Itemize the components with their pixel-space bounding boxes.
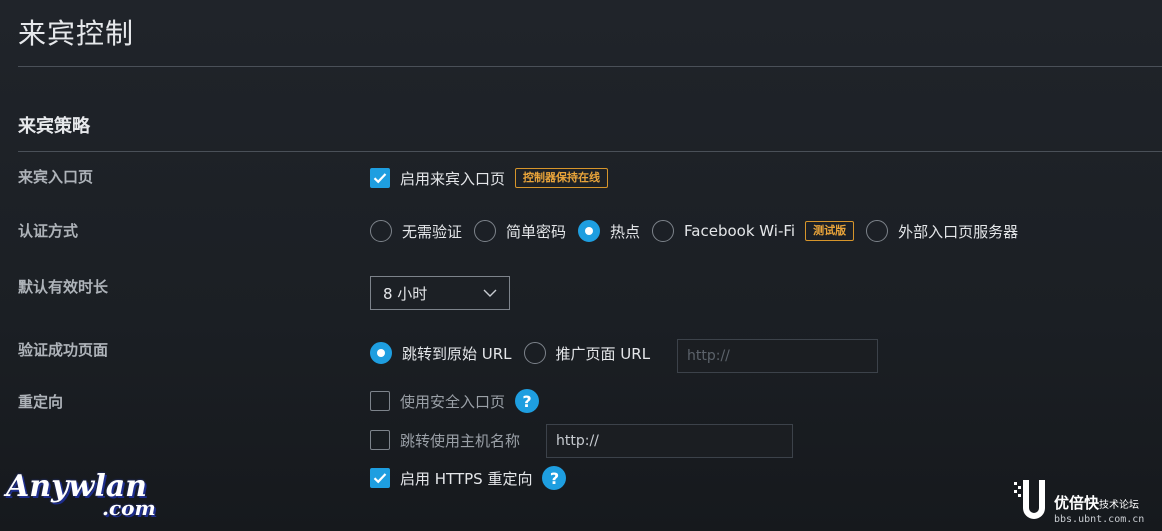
hostname-input[interactable]	[546, 424, 793, 458]
auth-none-radio[interactable]	[370, 220, 392, 242]
landing-label: 验证成功页面	[18, 341, 109, 359]
auth-options: 无需验证 简单密码 热点 Facebook Wi-Fi 测试版 外部入口页服务器	[370, 220, 1030, 242]
hostname-redirect-label[interactable]: 跳转使用主机名称	[400, 430, 520, 451]
portal-control: 启用来宾入口页 控制器保持在线	[370, 167, 609, 189]
secure-portal-help-icon[interactable]: ?	[515, 389, 540, 413]
enable-portal-label[interactable]: 启用来宾入口页	[400, 168, 505, 189]
https-redirect-checkbox[interactable]	[370, 468, 390, 488]
section-title: 来宾策略	[18, 116, 90, 137]
https-redirect-control: 启用 HTTPS 重定向 ?	[370, 466, 567, 490]
secure-portal-control: 使用安全入口页 ?	[370, 389, 540, 413]
landing-options: 跳转到原始 URL 推广页面 URL	[370, 342, 662, 364]
secure-portal-checkbox[interactable]	[370, 391, 390, 411]
ubnt-watermark-brand: 优倍快技术论坛	[1054, 494, 1140, 512]
auth-external-label[interactable]: 外部入口页服务器	[898, 221, 1018, 242]
auth-label: 认证方式	[18, 222, 79, 240]
landing-original-label[interactable]: 跳转到原始 URL	[402, 343, 512, 364]
hostname-redirect-checkbox[interactable]	[370, 430, 390, 450]
page-title: 来宾控制	[18, 17, 135, 50]
ubnt-logo-icon	[1014, 480, 1045, 519]
auth-none-label[interactable]: 无需验证	[402, 221, 462, 242]
anywlan-watermark: Anywlan .com	[6, 472, 156, 520]
landing-promo-radio[interactable]	[523, 342, 546, 364]
auth-facebook-label[interactable]: Facebook Wi-Fi	[684, 222, 795, 240]
title-divider	[18, 66, 1162, 67]
expiration-label: 默认有效时长	[18, 278, 109, 296]
https-redirect-help-icon[interactable]: ?	[542, 466, 567, 490]
check-icon	[373, 473, 387, 484]
controller-online-badge: 控制器保持在线	[515, 168, 609, 188]
enable-portal-checkbox[interactable]	[370, 168, 390, 188]
landing-original-radio[interactable]	[370, 342, 392, 364]
expiration-value: 8 小时	[383, 284, 428, 303]
hostname-control: 跳转使用主机名称	[370, 428, 532, 452]
ubnt-watermark-url: bbs.ubnt.com.cn	[1054, 514, 1145, 525]
secure-portal-label[interactable]: 使用安全入口页	[400, 391, 505, 412]
auth-password-label[interactable]: 简单密码	[506, 221, 566, 242]
check-icon	[373, 173, 387, 184]
portal-label: 来宾入口页	[18, 168, 94, 186]
anywlan-watermark-sub: .com	[102, 496, 156, 520]
landing-promo-label[interactable]: 推广页面 URL	[556, 343, 651, 364]
promo-url-input[interactable]	[677, 339, 878, 373]
https-redirect-label[interactable]: 启用 HTTPS 重定向	[400, 468, 532, 489]
auth-hotspot-label[interactable]: 热点	[610, 221, 640, 242]
auth-external-radio[interactable]	[866, 220, 889, 242]
auth-hotspot-radio[interactable]	[578, 220, 601, 242]
redirect-label: 重定向	[18, 393, 64, 411]
auth-password-radio[interactable]	[474, 220, 497, 242]
auth-facebook-radio[interactable]	[652, 220, 675, 242]
expiration-select[interactable]: 8 小时	[370, 276, 510, 310]
section-divider	[18, 151, 1162, 152]
ubnt-watermark: 优倍快技术论坛 bbs.ubnt.com.cn	[1010, 478, 1162, 528]
chevron-down-icon	[483, 289, 497, 297]
beta-badge: 测试版	[805, 221, 855, 241]
